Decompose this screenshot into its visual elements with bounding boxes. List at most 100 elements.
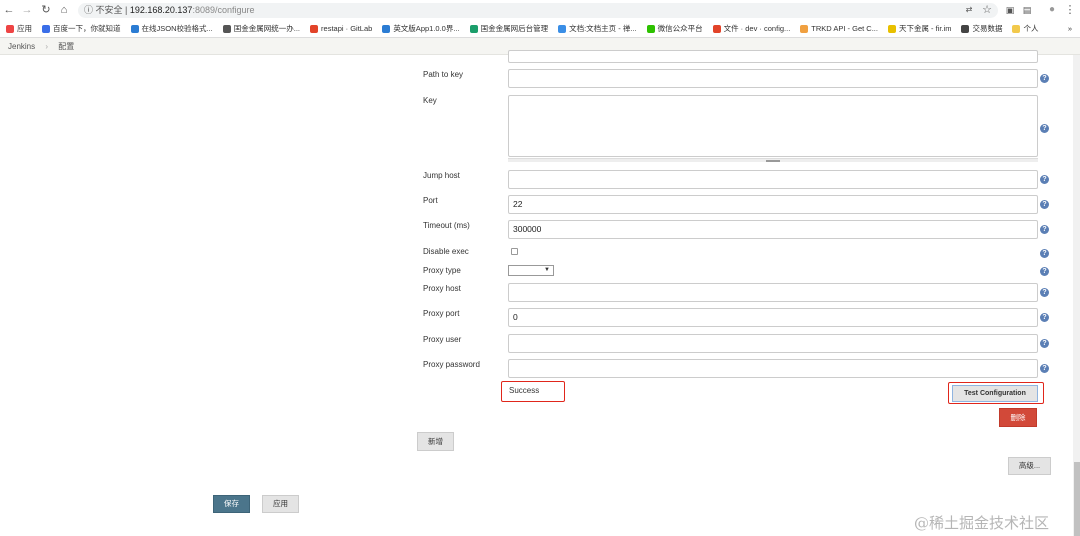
bookmark-label: restapi · GitLab <box>321 24 373 33</box>
save-button[interactable]: 保存 <box>213 495 250 513</box>
bookmark-icon <box>1012 24 1021 33</box>
bookmark-item[interactable]: 在线JSON校验格式... <box>130 23 213 34</box>
bookmark-icon <box>42 24 50 33</box>
proxy-user-label: Proxy user <box>423 335 462 344</box>
path-to-key-label: Path to key <box>423 70 464 79</box>
bookmark-icon <box>646 24 655 33</box>
bookmark-item[interactable]: 交易数据 <box>961 23 1002 34</box>
bookmark-label: 在线JSON校验格式... <box>141 24 213 33</box>
star-icon[interactable]: ☆ <box>981 4 993 16</box>
key-label: Key <box>423 96 437 105</box>
url-host: 192.168.20.137 <box>129 5 193 15</box>
bookmark-icon <box>887 24 896 33</box>
bookmark-icon <box>382 24 391 33</box>
url-path: :8089/configure <box>192 5 255 15</box>
timeout-label: Timeout (ms) <box>423 221 470 230</box>
bookmark-item[interactable]: 文档:文档主页 - 禅... <box>558 23 637 34</box>
profile-icon[interactable]: ● <box>1046 4 1058 16</box>
scrollbar-thumb[interactable] <box>1074 462 1080 536</box>
breadcrumb-separator: › <box>45 42 49 51</box>
test-result-success: Success <box>501 381 565 402</box>
bookmark-icon <box>961 24 970 33</box>
help-icon[interactable]: ? <box>1040 364 1049 373</box>
bookmark-label: 个人 <box>1023 24 1039 33</box>
bookmark-item[interactable]: 英文版App1.0.0界... <box>382 23 460 34</box>
bookmark-label: 文件 · dev · config... <box>723 24 791 33</box>
jump-host-input[interactable] <box>508 170 1038 189</box>
dropdown-arrow-icon: ▼ <box>544 267 550 273</box>
help-icon[interactable]: ? <box>1040 225 1049 234</box>
path-to-key-input[interactable] <box>508 69 1038 88</box>
bookmark-item[interactable]: 天下金属 - fir.im <box>887 23 952 34</box>
bookmark-item[interactable]: 应用 <box>6 23 32 34</box>
textarea-resize-handle[interactable] <box>508 158 1038 162</box>
help-icon[interactable]: ? <box>1040 313 1049 322</box>
previous-input[interactable] <box>508 50 1038 63</box>
proxy-type-select[interactable]: ▼ <box>508 265 554 276</box>
reload-icon[interactable]: ↻ <box>40 4 52 16</box>
bookmark-label: 国金金属网后台管理 <box>480 24 549 33</box>
timeout-input[interactable]: 300000 <box>508 220 1038 239</box>
bookmark-item[interactable]: 个人 <box>1012 23 1038 34</box>
browser-toolbar: ← → ↻ ⌂ ⓘ 不安全 | 192.168.20.137:8089/conf… <box>0 0 1080 20</box>
breadcrumb-jenkins[interactable]: Jenkins <box>8 42 35 51</box>
forward-icon[interactable]: → <box>21 4 33 16</box>
info-icon: ⓘ <box>84 5 96 15</box>
help-icon[interactable]: ? <box>1040 124 1049 133</box>
proxy-password-input[interactable] <box>508 359 1038 378</box>
help-icon[interactable]: ? <box>1040 249 1049 258</box>
bookmark-item[interactable]: 国金金属网统一办... <box>222 23 301 34</box>
help-icon[interactable]: ? <box>1040 200 1049 209</box>
bookmark-icon <box>800 24 809 33</box>
bookmark-label: 文档:文档主页 - 禅... <box>569 24 637 33</box>
proxy-host-input[interactable] <box>508 283 1038 302</box>
advanced-button[interactable]: 高级... <box>1008 457 1051 475</box>
proxy-user-input[interactable] <box>508 334 1038 353</box>
security-label: 不安全 <box>95 5 123 15</box>
bookmark-item[interactable]: TRKD API - Get C... <box>800 24 878 33</box>
jump-host-label: Jump host <box>423 171 460 180</box>
proxy-port-input[interactable]: 0 <box>508 308 1038 327</box>
bookmark-label: 国金金属网统一办... <box>233 24 301 33</box>
home-icon[interactable]: ⌂ <box>58 4 70 16</box>
bookmark-item[interactable]: 文件 · dev · config... <box>712 23 791 34</box>
disable-exec-label: Disable exec <box>423 247 469 256</box>
bookmarks-more-icon[interactable]: » <box>1068 24 1072 33</box>
bookmark-item[interactable]: 国金金属网后台管理 <box>469 23 549 34</box>
bookmark-item[interactable]: 微信公众平台 <box>646 23 703 34</box>
bookmark-label: 交易数据 <box>972 24 1003 33</box>
disable-exec-checkbox[interactable] <box>511 248 518 255</box>
extension-icon-2[interactable]: ▤ <box>1021 4 1033 16</box>
help-icon[interactable]: ? <box>1040 74 1049 83</box>
apply-button[interactable]: 应用 <box>262 495 299 513</box>
add-button[interactable]: 新增 <box>417 432 454 451</box>
test-configuration-button[interactable]: Test Configuration <box>952 385 1038 402</box>
port-input[interactable]: 22 <box>508 195 1038 214</box>
bookmarks-bar: 应用 百度一下，你就知道 在线JSON校验格式... 国金金属网统一办... resta… <box>0 20 1080 38</box>
bookmark-icon <box>310 24 319 33</box>
bookmark-item[interactable]: 百度一下，你就知道 <box>42 23 121 34</box>
help-icon[interactable]: ? <box>1040 267 1049 276</box>
extension-icon[interactable]: ▣ <box>1004 4 1016 16</box>
breadcrumb-configure[interactable]: 配置 <box>58 42 74 51</box>
watermark: @稀土掘金技术社区 <box>914 514 1050 532</box>
help-icon[interactable]: ? <box>1040 175 1049 184</box>
translate-icon[interactable]: ⇄ <box>963 4 975 16</box>
bookmark-label: 应用 <box>17 24 32 33</box>
key-textarea[interactable] <box>508 95 1038 157</box>
bookmark-icon <box>6 24 14 33</box>
bookmark-icon <box>222 24 231 33</box>
menu-icon[interactable]: ⋮ <box>1064 4 1076 16</box>
help-icon[interactable]: ? <box>1040 339 1049 348</box>
bookmark-item[interactable]: restapi · GitLab <box>310 24 372 33</box>
address-bar[interactable]: ⓘ 不安全 | 192.168.20.137:8089/configure <box>78 3 998 18</box>
delete-button[interactable]: 删除 <box>999 408 1037 427</box>
help-icon[interactable]: ? <box>1040 288 1049 297</box>
bookmark-icon <box>130 24 139 33</box>
bookmark-icon <box>469 24 478 33</box>
port-label: Port <box>423 196 438 205</box>
proxy-password-label: Proxy password <box>423 360 480 369</box>
back-icon[interactable]: ← <box>3 4 15 16</box>
bookmark-label: 微信公众平台 <box>657 24 703 33</box>
bookmark-label: 天下金属 - fir.im <box>898 24 952 33</box>
